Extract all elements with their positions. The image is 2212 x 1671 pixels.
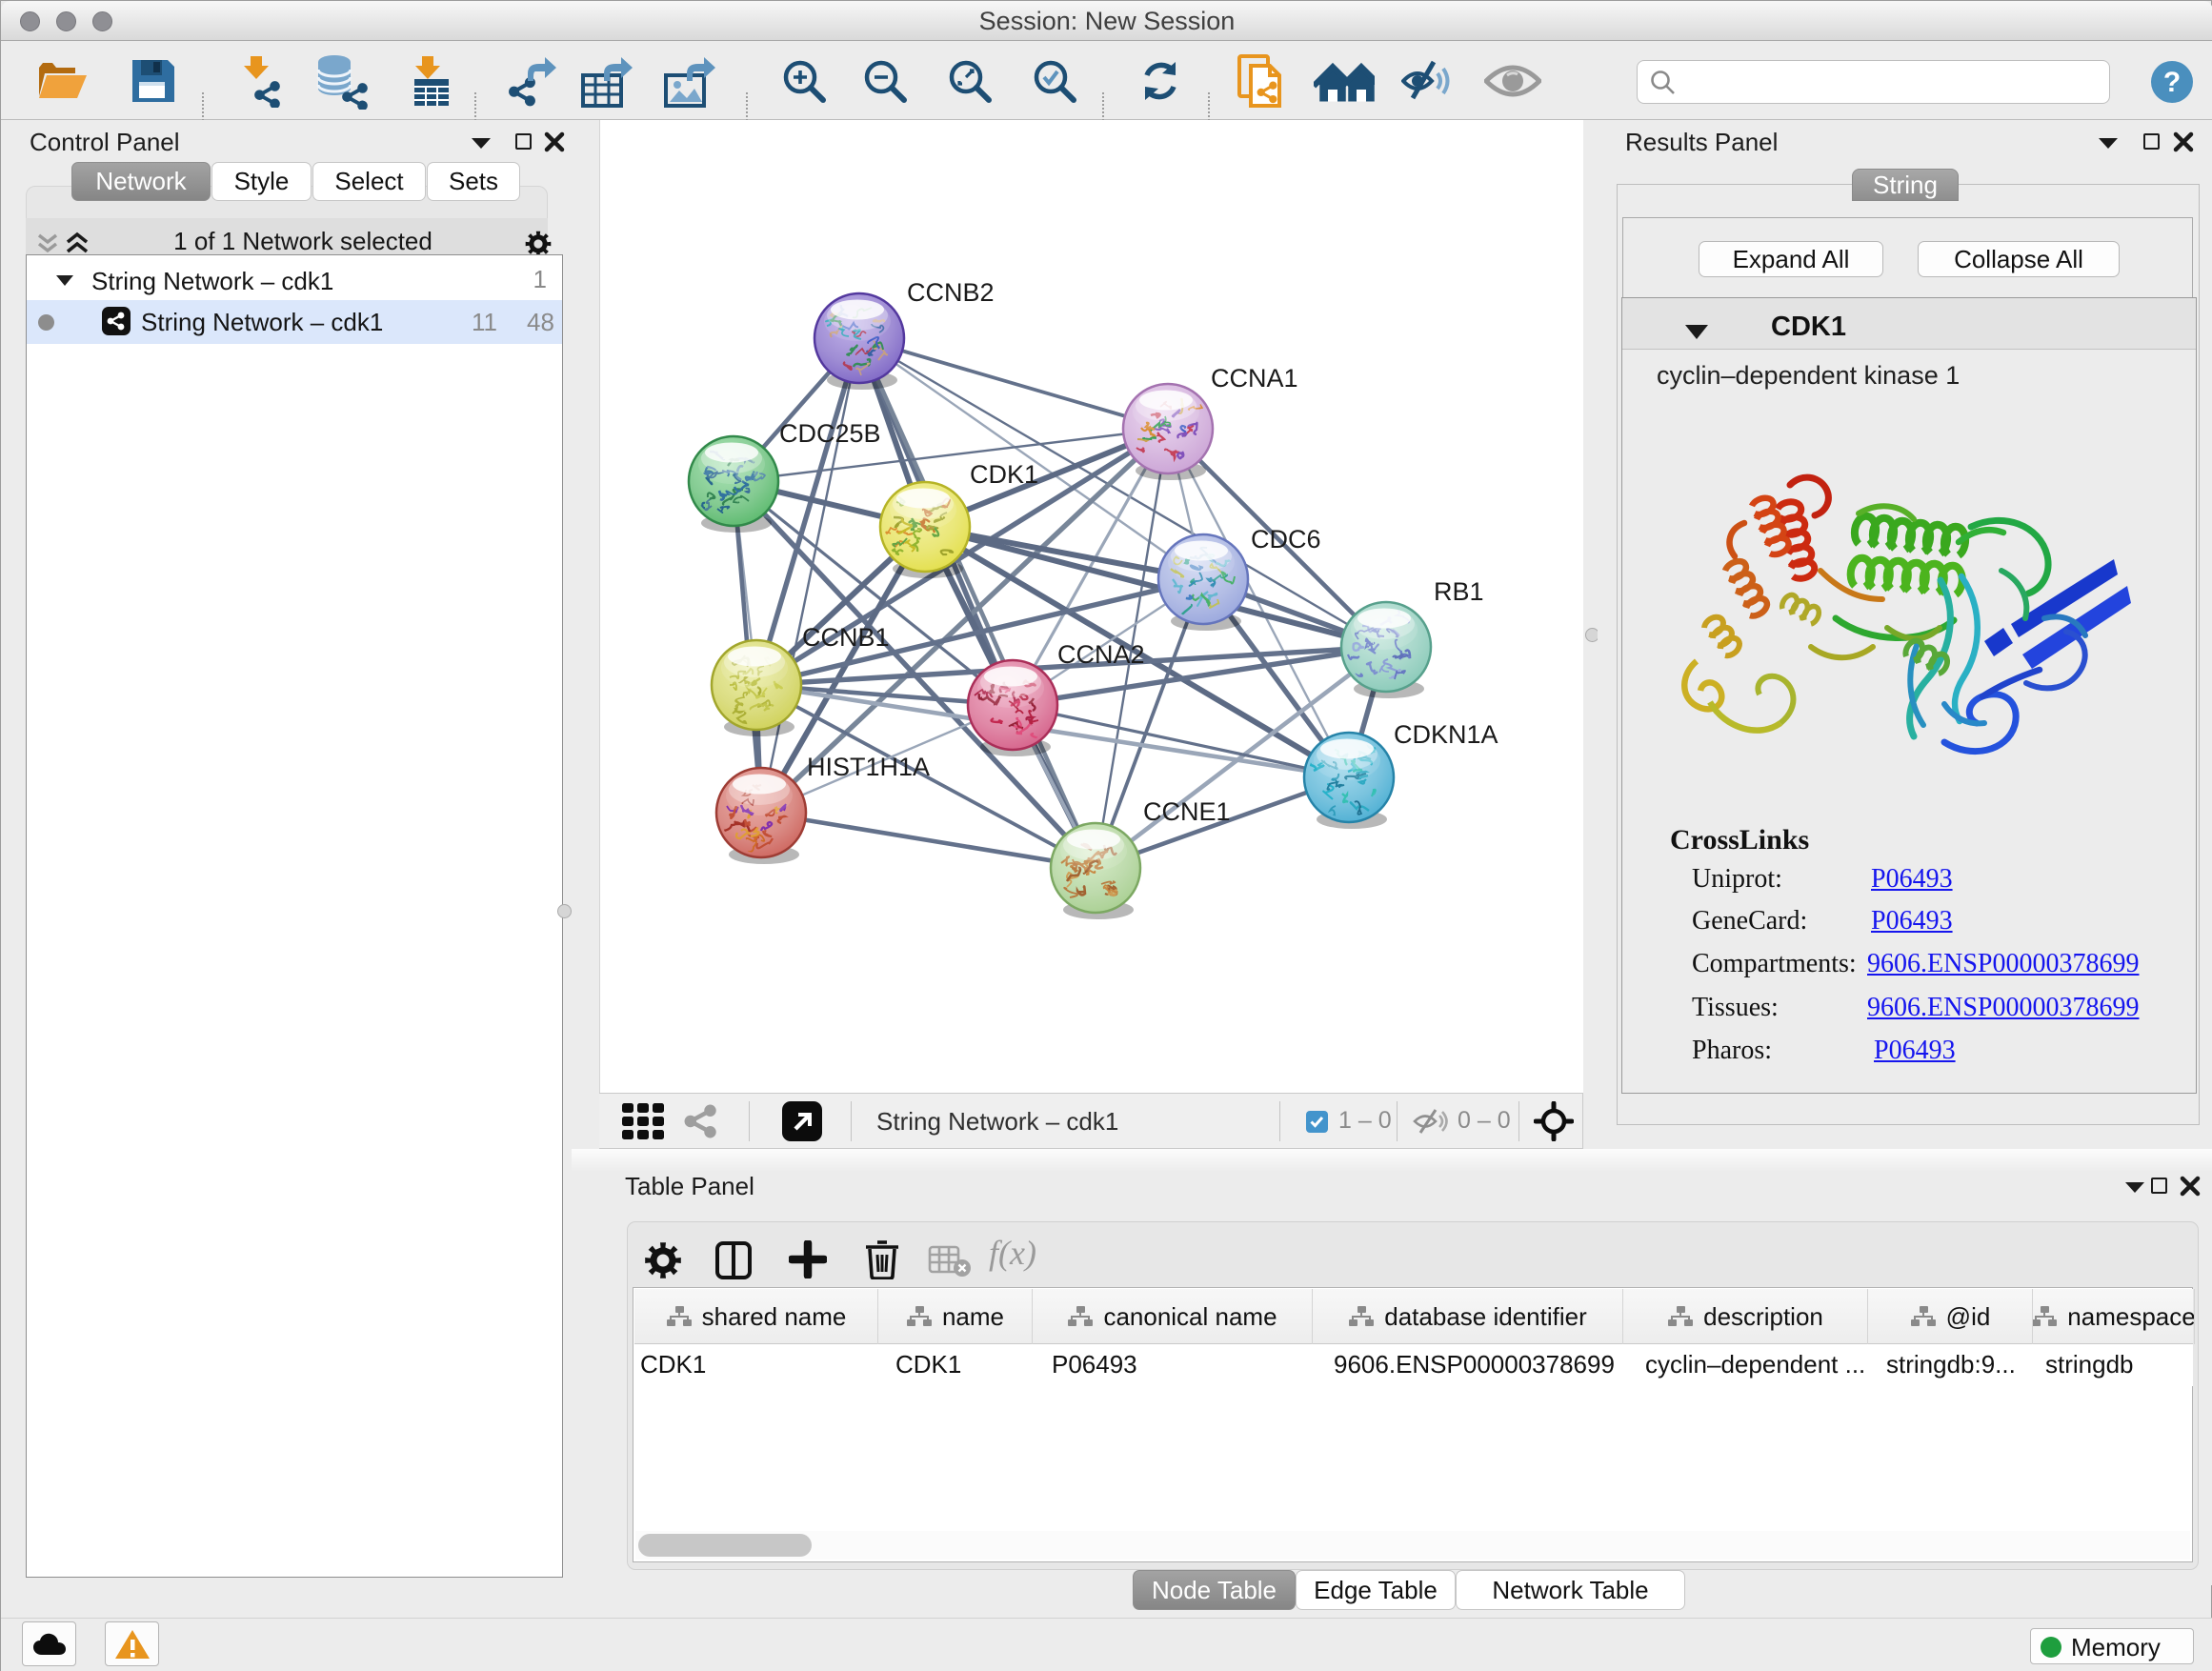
svg-text:CCNB2: CCNB2 [907,278,995,307]
svg-text:?: ? [2163,67,2181,98]
svg-text:CCNA2: CCNA2 [1057,640,1145,669]
svg-text:HIST1H1A: HIST1H1A [807,753,930,781]
svg-text:CDKN1A: CDKN1A [1394,720,1498,749]
svg-text:CCNA1: CCNA1 [1211,364,1298,393]
svg-text:CCNB1: CCNB1 [802,623,890,652]
svg-text:RB1: RB1 [1434,577,1484,606]
svg-text:CCNE1: CCNE1 [1143,797,1231,826]
svg-text:CDC6: CDC6 [1251,525,1321,554]
svg-text:CDK1: CDK1 [970,460,1038,489]
svg-text:CDC25B: CDC25B [779,419,881,448]
